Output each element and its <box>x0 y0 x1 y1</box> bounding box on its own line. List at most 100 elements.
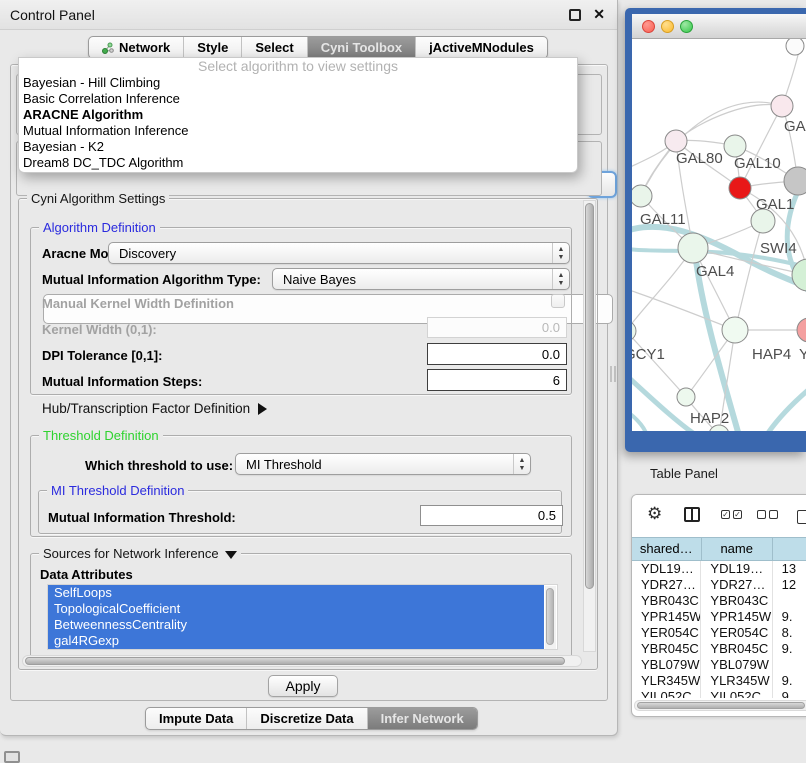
algorithm-option-bayesian-k2[interactable]: Bayesian - K2 <box>19 139 577 155</box>
table-row[interactable]: YBR045CYBR045C9. <box>632 641 806 657</box>
network-canvas[interactable]: GALGAL80GAL10GAL1GAL11SWI4GAL4GCY1HAP4YH… <box>632 39 806 431</box>
float-panel-icon[interactable] <box>569 9 581 21</box>
mi-algorithm-type-combobox[interactable]: Naive Bayes ▲▼ <box>272 268 570 290</box>
tab-label: Select <box>255 37 293 58</box>
table-row[interactable]: YPR145WYPR145W9. <box>632 609 806 625</box>
network-node-gal11[interactable] <box>632 185 652 207</box>
partial-toolbar-icon[interactable] <box>797 510 806 524</box>
network-node-gcy1[interactable] <box>632 321 636 341</box>
table-cell: 9. <box>773 609 806 625</box>
manual-kernel-width-checkbox[interactable] <box>551 294 565 308</box>
expander-expanded-icon[interactable] <box>225 551 237 559</box>
attribute-item-gal4rgexp[interactable]: gal4RGexp <box>48 633 544 649</box>
column-header-cut[interactable] <box>773 538 806 560</box>
apply-button[interactable]: Apply <box>268 675 338 697</box>
panel-splitter-handle[interactable] <box>610 366 616 382</box>
attributes-scroll-thumb[interactable] <box>546 588 554 645</box>
settings-vertical-scrollbar[interactable] <box>583 200 596 652</box>
data-attributes-list[interactable]: SelfLoopsTopologicalCoefficientBetweenne… <box>47 584 558 650</box>
network-node-y[interactable] <box>797 318 806 342</box>
control-panel-titlebar: Control Panel ✕ <box>0 0 617 30</box>
zoom-window-icon[interactable] <box>680 20 693 33</box>
tab-cyni-toolbox[interactable]: Cyni Toolbox <box>308 37 416 58</box>
node-label-hap2: HAP2 <box>690 410 729 427</box>
attributes-list-scrollbar[interactable] <box>545 586 556 650</box>
desktop: { "window": { "title": "Control Panel" }… <box>0 0 806 762</box>
table-row[interactable]: YLR345WYLR345W9. <box>632 673 806 689</box>
tab-jactivemnodules[interactable]: jActiveMNodules <box>416 37 547 58</box>
table-row[interactable]: YBL079WYBL079W <box>632 657 806 673</box>
mi-threshold-label: Mutual Information Threshold: <box>48 510 236 525</box>
gear-icon[interactable]: ⚙ <box>647 504 662 524</box>
hub-definition-expander[interactable]: Hub/Transcription Factor Definition <box>42 401 267 416</box>
settings-vscroll-thumb[interactable] <box>585 203 594 589</box>
table-rows: YDL19…YDL19…13YDR27…YDR27…12YBR043CYBR04… <box>632 561 806 698</box>
table-horizontal-scrollbar[interactable] <box>634 700 806 711</box>
table-row[interactable]: YDR27…YDR27…12 <box>632 577 806 593</box>
threshold-definition-title: Threshold Definition <box>39 428 163 443</box>
dock-panel-icon[interactable] <box>4 751 20 763</box>
table-cell: YBR043C <box>701 593 772 609</box>
network-node-hap4[interactable] <box>722 317 748 343</box>
network-node[interactable] <box>784 167 806 195</box>
settings-horizontal-scrollbar[interactable] <box>22 655 582 667</box>
tab-label: Impute Data <box>159 708 233 729</box>
table-cell: YLR345W <box>701 673 772 689</box>
which-threshold-label: Which threshold to use: <box>85 458 233 473</box>
settings-hscroll-thumb[interactable] <box>25 657 565 665</box>
network-node-gal4[interactable] <box>678 233 708 263</box>
mi-threshold-field[interactable] <box>420 505 563 526</box>
table-panel-title: Table Panel <box>650 466 718 481</box>
algorithm-option-basic-correlation-inference[interactable]: Basic Correlation Inference <box>19 91 577 107</box>
attribute-item-topologicalcoefficient[interactable]: TopologicalCoefficient <box>48 601 544 617</box>
algorithm-option-bayesian-hill-climbing[interactable]: Bayesian - Hill Climbing <box>19 75 577 91</box>
minimize-window-icon[interactable] <box>661 20 674 33</box>
algorithm-option-dream8-dc-tdc-algorithm[interactable]: Dream8 DC_TDC Algorithm <box>19 155 577 171</box>
tab-infer-network[interactable]: Infer Network <box>368 708 477 729</box>
node-label-gal10: GAL10 <box>734 155 781 172</box>
node-label-gcy1: GCY1 <box>632 346 665 363</box>
table-cell: YER054C <box>701 625 772 641</box>
tab-impute-data[interactable]: Impute Data <box>146 708 247 729</box>
close-panel-icon[interactable]: ✕ <box>593 6 605 23</box>
table-row[interactable]: YBR043CYBR043C <box>632 593 806 609</box>
tab-label: Infer Network <box>381 708 464 729</box>
which-threshold-combobox[interactable]: MI Threshold ▲▼ <box>235 453 531 475</box>
close-window-icon[interactable] <box>642 20 655 33</box>
network-node[interactable] <box>786 39 804 55</box>
algorithm-option-mutual-information-inference[interactable]: Mutual Information Inference <box>19 123 577 139</box>
table-cell: 9. <box>773 689 806 698</box>
table-cell: YBR045C <box>701 641 772 657</box>
tab-style[interactable]: Style <box>184 37 242 58</box>
table-row[interactable]: YDL19…YDL19…13 <box>632 561 806 577</box>
aracne-mode-combobox[interactable]: Discovery ▲▼ <box>108 242 570 264</box>
network-node-gal10[interactable] <box>724 135 746 157</box>
table-cell: YDL19… <box>701 561 772 577</box>
node-label-y: Y <box>799 346 806 363</box>
kernel-width-field[interactable] <box>427 317 567 338</box>
deselect-all-checkboxes-icon[interactable] <box>757 510 778 519</box>
node-label-hap4: HAP4 <box>752 346 791 363</box>
tab-select[interactable]: Select <box>242 37 307 58</box>
table-row[interactable]: YIL052CYIL052C9. <box>632 689 806 698</box>
tab-network[interactable]: Network <box>89 37 184 58</box>
table-row[interactable]: YER054CYER054C8. <box>632 625 806 641</box>
column-header-shared[interactable]: shared… <box>632 538 702 560</box>
expander-collapsed-icon[interactable] <box>258 403 267 415</box>
dpi-tolerance-field[interactable] <box>427 343 567 365</box>
mi-steps-field[interactable] <box>427 369 567 391</box>
select-all-checkboxes-icon[interactable]: ✓✓ <box>721 510 742 519</box>
table-panel: ⚙ ✓✓ shared…name YDL19…YDL19…13YDR27…YDR… <box>631 494 806 717</box>
table-hscroll-thumb[interactable] <box>637 702 805 709</box>
network-node-gal[interactable] <box>771 95 793 117</box>
attribute-item-selfloops[interactable]: SelfLoops <box>48 585 544 601</box>
column-header-name[interactable]: name <box>702 538 773 560</box>
attribute-item-betweennesscentrality[interactable]: BetweennessCentrality <box>48 617 544 633</box>
algorithm-option-aracne-algorithm[interactable]: ARACNE Algorithm <box>19 107 577 123</box>
tab-label: Discretize Data <box>260 708 353 729</box>
network-node-hap2[interactable] <box>677 388 695 406</box>
tab-discretize-data[interactable]: Discretize Data <box>247 708 367 729</box>
network-node-gal80[interactable] <box>665 130 687 152</box>
network-node-gal1[interactable] <box>729 177 751 199</box>
columns-icon[interactable] <box>684 507 700 522</box>
